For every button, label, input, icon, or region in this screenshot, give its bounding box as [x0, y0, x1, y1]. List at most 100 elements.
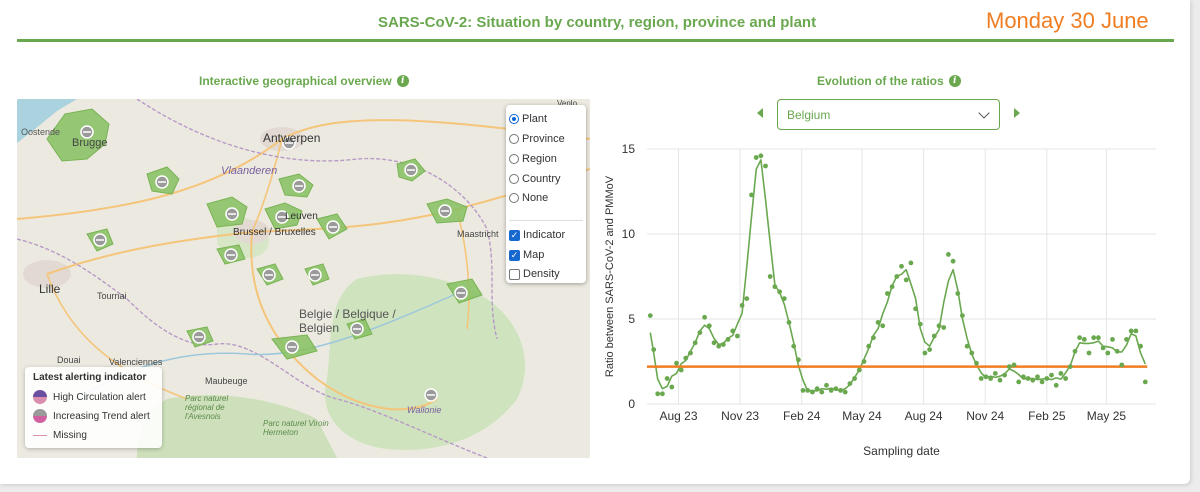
data-point — [1133, 328, 1139, 334]
data-point — [931, 333, 937, 339]
data-point — [922, 350, 928, 356]
layer-option-country[interactable]: Country — [509, 173, 561, 185]
data-point — [777, 289, 782, 295]
data-point — [1021, 374, 1026, 380]
legend-line-icon — [33, 435, 47, 436]
x-tick-label: Aug 23 — [659, 409, 697, 423]
data-point — [941, 325, 947, 330]
layer-control: Plant Province Region Country None ✓ Ind… — [506, 105, 586, 283]
info-icon[interactable]: i — [948, 75, 961, 87]
chart-section-title: Evolution of the ratios i — [817, 74, 961, 88]
x-axis-label: Sampling date — [863, 444, 940, 458]
data-point — [875, 320, 881, 325]
legend-item-increasing-trend: Increasing Trend alert — [33, 409, 150, 423]
data-point — [1044, 376, 1050, 381]
legend-label: High Circulation alert — [53, 391, 146, 403]
overlay-map[interactable]: ✓ Map — [509, 249, 544, 261]
layer-option-label: Plant — [522, 113, 548, 125]
layer-option-label: Region — [522, 153, 557, 165]
data-point — [711, 340, 717, 346]
legend-label: Increasing Trend alert — [53, 410, 150, 422]
layer-option-region[interactable]: Region — [509, 153, 557, 165]
data-point — [739, 303, 745, 308]
data-point — [664, 376, 670, 381]
map-label: Maubeuge — [205, 376, 248, 386]
data-point — [964, 343, 970, 349]
geographical-map[interactable]: Oostende Brugge Antwerpen Vlaanderen Bru… — [17, 99, 590, 458]
data-point — [800, 388, 806, 393]
layer-option-plant[interactable]: Plant — [509, 113, 547, 125]
data-point — [969, 350, 975, 356]
data-point — [1128, 328, 1134, 334]
dashboard-card: SARS-CoV-2: Situation by country, region… — [0, 0, 1190, 484]
info-icon[interactable]: i — [396, 75, 409, 87]
x-tick-label: May 25 — [1087, 409, 1127, 423]
data-point — [1077, 335, 1082, 341]
overlay-density[interactable]: Density — [509, 268, 560, 280]
country-selector[interactable]: Belgium — [777, 99, 1000, 130]
data-point — [974, 360, 979, 366]
data-point — [908, 260, 914, 266]
chart-section-title-text: Evolution of the ratios — [817, 74, 944, 88]
overlay-indicator[interactable]: ✓ Indicator — [509, 229, 565, 241]
data-point — [1081, 337, 1087, 342]
radio-plant[interactable] — [509, 114, 519, 124]
radio-region[interactable] — [509, 154, 519, 164]
data-point — [866, 343, 872, 349]
data-point — [810, 389, 815, 395]
data-point — [716, 343, 722, 349]
map-label: Tournai — [97, 291, 127, 301]
radio-province[interactable] — [509, 134, 519, 144]
radio-country[interactable] — [509, 174, 519, 184]
data-point — [1016, 379, 1022, 385]
data-point — [1011, 362, 1017, 368]
checkbox-density[interactable] — [509, 268, 520, 280]
checkbox-indicator[interactable]: ✓ — [509, 229, 520, 241]
data-point — [946, 252, 951, 257]
data-point — [1072, 348, 1078, 354]
data-point — [767, 274, 773, 279]
legend-swatch-icon — [33, 390, 47, 404]
data-point — [655, 391, 661, 397]
selector-value: Belgium — [787, 108, 831, 122]
data-point — [781, 296, 787, 301]
data-point — [730, 328, 736, 334]
data-point — [763, 163, 768, 169]
legend-swatch-icon — [33, 409, 47, 423]
layer-divider — [509, 220, 583, 221]
x-tick-label: Nov 23 — [721, 409, 759, 423]
layer-option-label: Province — [522, 133, 565, 145]
chevron-down-icon — [978, 107, 990, 119]
layer-option-label: Country — [522, 173, 561, 185]
y-axis-label: Ratio between SARS-CoV-2 and PMMoV — [604, 175, 616, 377]
overlay-label: Indicator — [523, 229, 566, 241]
data-point — [814, 386, 820, 392]
layer-option-none[interactable]: None — [509, 192, 548, 204]
legend-item-missing: Missing — [33, 430, 87, 441]
data-point — [1067, 364, 1073, 369]
next-country-arrow-icon[interactable] — [1014, 108, 1020, 118]
y-tick-label: 5 — [628, 312, 635, 326]
checkbox-map[interactable]: ✓ — [509, 249, 520, 261]
layer-option-province[interactable]: Province — [509, 133, 565, 145]
map-label: Leuven — [285, 211, 318, 222]
title-divider — [17, 39, 1174, 42]
data-point — [651, 347, 657, 352]
data-point — [796, 357, 801, 363]
radio-none[interactable] — [509, 193, 519, 203]
data-point — [1119, 362, 1125, 368]
map-label: Parc naturel régional de l'Avesnois — [185, 394, 229, 421]
data-point — [692, 340, 698, 346]
x-tick-label: Aug 24 — [905, 409, 943, 423]
data-point — [749, 192, 754, 198]
data-point — [856, 367, 862, 373]
data-point — [753, 155, 759, 160]
data-point — [847, 381, 853, 386]
data-point — [1086, 350, 1092, 356]
data-point — [786, 320, 792, 325]
previous-country-arrow-icon[interactable] — [757, 108, 763, 118]
map-label: Belgie / Belgique / Belgien — [299, 307, 396, 335]
data-point — [1025, 376, 1031, 381]
data-point — [1100, 345, 1106, 351]
data-point — [678, 367, 684, 373]
